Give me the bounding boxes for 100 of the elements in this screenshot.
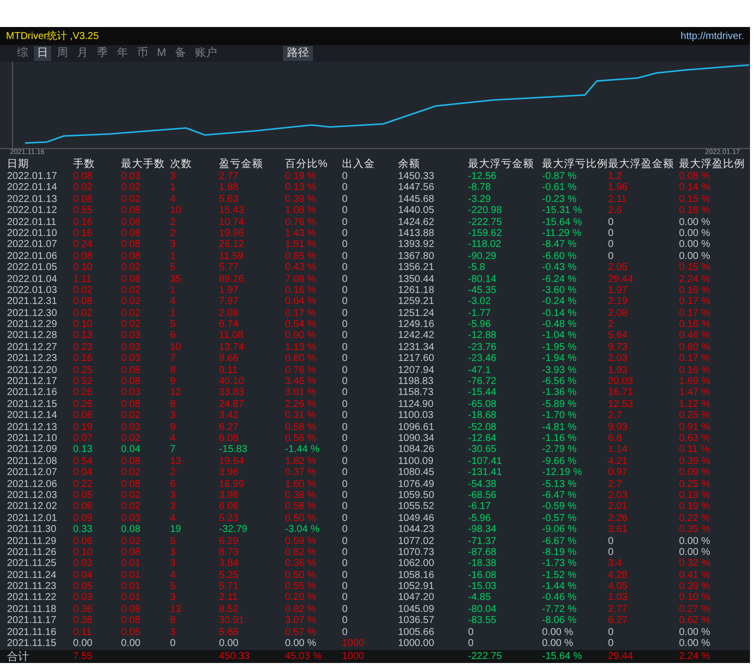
- table-cell-text: 2021.11.18: [7, 604, 58, 616]
- tab[interactable]: 日: [34, 46, 51, 61]
- table-cell-text: 1080.45: [398, 467, 436, 479]
- table-cell-text: 5.25: [219, 570, 240, 582]
- table-cell-text: -12.88: [468, 330, 498, 342]
- table-cell-text: -1.77: [468, 308, 492, 320]
- table-cell-text: 5: [170, 319, 177, 330]
- tab[interactable]: 周: [54, 46, 71, 61]
- table-cell-text: -131.41: [468, 467, 503, 479]
- table-cell-text: 2021.12.27: [7, 342, 58, 354]
- table-cell-text: 10: [170, 205, 182, 217]
- table-cell-text: 0: [342, 626, 349, 638]
- table-cell-text: 0.09 %: [679, 467, 712, 479]
- table-cell-text: 0: [342, 546, 349, 558]
- table-cell-text: 0.00 %: [679, 536, 712, 547]
- column-header: 盈亏金额: [219, 158, 264, 171]
- table-cell-text: 0.55: [73, 205, 94, 217]
- table-cell-text: 0.06: [73, 536, 94, 547]
- table-cell-text: -9.66 %: [542, 456, 578, 468]
- tab[interactable]: 年: [114, 46, 131, 61]
- table-cell-text: 0.04: [73, 570, 94, 582]
- table-cell-text: 0.00: [73, 638, 94, 650]
- table-cell-text: -6.60 %: [542, 250, 578, 262]
- table-cell-text: 2022.01.10: [7, 228, 58, 240]
- column-header: 百分比%: [285, 158, 328, 171]
- table-cell-text: 2021.12.31: [7, 296, 58, 308]
- table-cell-text: 0.39 %: [285, 194, 318, 206]
- table-cell-text: 4.05: [608, 581, 628, 592]
- table-cell-text: 12: [170, 387, 182, 399]
- table-cell-text: 2021.11.17: [7, 615, 58, 627]
- table-cell-text: -6.56 %: [542, 376, 578, 388]
- table-cell-text: 0: [342, 353, 349, 365]
- table-cell-text: -3.93 %: [542, 364, 578, 376]
- table-cell-text: 3: [170, 239, 177, 251]
- table-cell-text: 26.12: [219, 239, 246, 251]
- table-cell-text: 1261.18: [398, 284, 436, 296]
- path-button[interactable]: 路径: [283, 46, 314, 61]
- table-cell-text: 2021.12.29: [7, 319, 58, 330]
- table-cell-text: 9.66: [219, 353, 240, 365]
- table-cell-text: 9.73: [608, 342, 628, 354]
- table-cell-text: 0.36: [73, 604, 94, 616]
- table-cell-text: 0.18 %: [679, 205, 712, 217]
- table-cell-text: 0.13: [73, 330, 94, 342]
- table-cell-text: 0.02: [121, 262, 142, 274]
- table-cell-text: 0.82 %: [285, 546, 318, 558]
- table-cell-text: -32.79: [219, 524, 248, 536]
- table-cell-text: 19.96: [219, 228, 246, 240]
- table-cell-text: 29.44: [608, 650, 634, 663]
- tab[interactable]: M: [154, 46, 170, 61]
- table-cell-text: 2: [170, 216, 177, 228]
- table-cell-text: -222.75: [468, 650, 503, 663]
- table-cell-text: 3.42: [219, 410, 240, 422]
- table-cell-text: 0.33: [73, 524, 94, 536]
- table-cell-text: 1.60 %: [285, 478, 318, 490]
- table-cell-text: 0.62 %: [679, 615, 712, 627]
- table-cell-text: 0: [342, 171, 349, 182]
- table-cell-text: 2021.11.22: [7, 592, 58, 604]
- table-cell-text: 0: [342, 308, 349, 320]
- tab[interactable]: 综: [14, 46, 31, 61]
- table-cell-text: -12.56: [468, 171, 498, 182]
- table-cell-text: 2022.01.05: [7, 262, 58, 274]
- tab[interactable]: 账户: [192, 46, 220, 61]
- table-cell-text: -30.65: [468, 444, 498, 456]
- table-cell-text: 0.85 %: [285, 250, 318, 262]
- table-cell-text: 0: [342, 330, 349, 342]
- table-cell-text: 6: [170, 330, 177, 342]
- table-cell-text: -15.83: [219, 444, 248, 456]
- table-cell-text: 0.06: [73, 410, 94, 422]
- table-cell-text: 9.93: [608, 422, 628, 433]
- tab[interactable]: 季: [94, 46, 111, 61]
- table-cell-text: -0.14 %: [542, 308, 578, 320]
- table-cell-text: 0.08: [121, 546, 142, 558]
- table-cell-text: -1.16 %: [542, 432, 578, 444]
- table-cell-text: 3: [170, 592, 177, 604]
- table-cell-text: -54.38: [468, 478, 498, 490]
- table-cell-text: 0.32 %: [679, 558, 712, 570]
- column-header: 最大浮盈比例: [679, 158, 745, 171]
- table-cell-text: 0.08: [73, 171, 94, 182]
- tab[interactable]: 月: [74, 46, 91, 61]
- table-cell-text: 0.01: [121, 592, 142, 604]
- url-link[interactable]: http://mtdriver.: [680, 28, 744, 44]
- table-cell-text: 0.16: [73, 228, 94, 240]
- table-cell-text: 12.53: [608, 398, 634, 410]
- table-cell-text: 19.64: [219, 456, 246, 468]
- table-cell-text: 9: [170, 376, 177, 388]
- table-cell-text: 0: [468, 626, 475, 638]
- tab[interactable]: 备: [172, 46, 190, 61]
- table-cell-text: 1.96: [608, 182, 628, 194]
- column-header: 次数: [170, 158, 193, 171]
- table-cell-text: 1124.90: [398, 398, 434, 410]
- table-cell-text: 2021.11.23: [7, 581, 58, 592]
- table-cell-text: 2022.01.07: [7, 239, 58, 251]
- table-cell-text: 0.97: [608, 467, 628, 479]
- table-cell-text: 1217.60: [398, 353, 436, 365]
- table-cell-text: 0.04: [121, 444, 142, 456]
- table-cell-text: 0.08: [121, 274, 142, 285]
- table-cell-text: 1445.68: [398, 194, 436, 206]
- table-cell-text: -76.72: [468, 376, 498, 388]
- tab[interactable]: 币: [134, 46, 151, 61]
- table-cell-text: -159.62: [468, 228, 503, 240]
